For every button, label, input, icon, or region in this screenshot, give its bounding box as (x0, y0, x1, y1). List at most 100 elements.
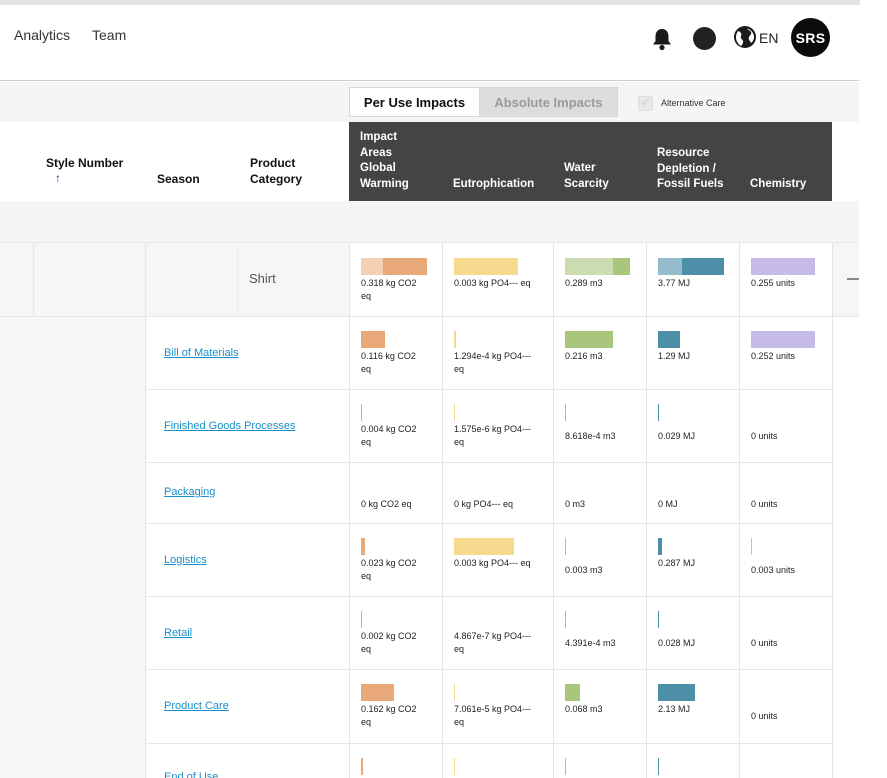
impact-value-ws: 8.618e-4 m3 (565, 431, 616, 441)
stage-link-finished-goods-processes[interactable]: Finished Goods Processes (164, 420, 295, 432)
impact-value-gw: 0.023 kg CO2 (361, 558, 417, 568)
impact-value-eu: 0.003 kg PO4--- eq (454, 278, 531, 288)
per-use-impacts-tab[interactable]: Per Use Impacts (349, 87, 480, 117)
impact-bar-rd (658, 611, 659, 628)
impact-bar-rd (658, 331, 680, 348)
impact-bar-ch (751, 331, 815, 348)
impact-value-rd: 0.287 MJ (658, 558, 696, 568)
sort-ascending-icon[interactable]: ↑ (55, 171, 61, 185)
language-selector[interactable]: EN (759, 30, 778, 46)
category-divider (237, 243, 238, 317)
impact-value-rd: 0.029 MJ (658, 431, 696, 441)
impact-value-rd: 1.29 MJ (658, 351, 691, 361)
impact-bar-ws (565, 538, 566, 555)
impact-value-ws: 0.003 m3 (565, 565, 603, 575)
row-line (145, 523, 832, 524)
stage-link-packaging[interactable]: Packaging (164, 486, 215, 498)
resource-depletion-line3: Fossil Fuels (657, 178, 724, 190)
impact-bar-rd (658, 404, 659, 421)
impact-bar-gw (361, 404, 362, 421)
stage-link-end-of-use[interactable]: End of Use (164, 771, 218, 778)
impact-col-line (553, 243, 554, 778)
impact-value-ch: 0 units (751, 499, 778, 509)
impact-value-ws: 4.391e-4 m3 (565, 638, 616, 648)
impact-value-eu: eq (454, 717, 465, 727)
product-category-header[interactable]: Product Category (250, 155, 302, 187)
row-line (145, 596, 832, 597)
impact-value-rd: 3.77 MJ (658, 278, 691, 288)
impact-bar-gw (361, 758, 363, 775)
chemistry-header[interactable]: Chemistry (750, 177, 806, 193)
impact-bar-ws (613, 258, 630, 275)
impact-value-gw: 0.002 kg CO2 (361, 631, 417, 641)
impact-value-rd: 0.028 MJ (658, 638, 696, 648)
impact-bar-eu (454, 684, 455, 701)
user-avatar[interactable]: SRS (791, 18, 830, 57)
nav-analytics-link[interactable]: Analytics (14, 27, 70, 43)
profile-status-icon[interactable] (693, 27, 716, 50)
product-category-header-line2: Category (250, 172, 303, 186)
impact-value-ws: 0.068 m3 (565, 704, 603, 714)
absolute-impacts-tab[interactable]: Absolute Impacts (480, 87, 618, 117)
impact-value-gw: 0.116 kg CO2 (361, 351, 416, 361)
impact-bar-eu (454, 258, 518, 275)
impact-value-gw: eq (361, 644, 372, 654)
impact-col-line (349, 243, 350, 778)
resource-depletion-line1: Resource (657, 147, 710, 159)
stage-link-bill-of-materials[interactable]: Bill of Materials (164, 347, 239, 359)
impact-bar-gw (361, 258, 383, 275)
detail-left-gutter (0, 317, 145, 778)
impact-bar-gw (361, 538, 365, 555)
impact-col-line (646, 243, 647, 778)
collapse-row-icon[interactable] (847, 278, 859, 280)
alternative-care-checkbox[interactable]: ✓ (638, 96, 653, 111)
impact-bar-ws (565, 404, 566, 421)
impact-bar-eu (454, 331, 456, 348)
impact-value-gw: 0 kg CO2 eq (361, 499, 412, 509)
impact-areas-line1: Impact (360, 131, 398, 143)
resource-depletion-header[interactable]: Resource Depletion / Fossil Fuels (657, 146, 723, 193)
season-header[interactable]: Season (157, 171, 200, 187)
summary-divider (33, 243, 34, 317)
stage-link-retail[interactable]: Retail (164, 627, 192, 639)
impact-bar-rd (682, 258, 724, 275)
bell-icon[interactable] (651, 27, 673, 51)
summary-row-right (832, 243, 859, 317)
impact-areas-label: Impact Areas Global Warming (360, 130, 409, 192)
impact-bar-eu (454, 538, 514, 555)
row-line (145, 669, 832, 670)
globe-icon[interactable] (733, 25, 757, 49)
impact-value-gw: 0.318 kg CO2 (361, 278, 417, 288)
impact-value-eu: 1.575e-6 kg PO4--- (454, 424, 532, 434)
stage-link-product-care[interactable]: Product Care (164, 700, 229, 712)
style-number-header[interactable]: Style Number (46, 155, 123, 171)
impact-value-eu: 0 kg PO4--- eq (454, 499, 514, 509)
impact-value-gw: eq (361, 291, 372, 301)
nav-team-link[interactable]: Team (92, 27, 126, 43)
impact-value-ws: 0.216 m3 (565, 351, 603, 361)
resource-depletion-line2: Depletion / (657, 162, 716, 175)
impact-value-gw: eq (361, 717, 372, 727)
water-scarcity-header[interactable]: Water Scarcity (564, 161, 609, 192)
summary-row-left (0, 243, 349, 317)
impact-value-eu: eq (454, 364, 465, 374)
water-scarcity-line1: Water (564, 162, 596, 174)
impact-areas-line2: Areas (360, 146, 392, 159)
impact-bar-ch (751, 538, 752, 555)
stage-link-logistics[interactable]: Logistics (164, 554, 207, 566)
impact-value-eu: 1.294e-4 kg PO4--- (454, 351, 532, 361)
row-line (145, 389, 832, 390)
impact-value-ws: 0 m3 (565, 499, 586, 509)
impact-value-ch: 0.255 units (751, 278, 796, 288)
impact-col-line (832, 243, 833, 778)
page: Analytics Team EN SRS Per Use Impacts Ab… (0, 0, 887, 778)
eutrophication-header[interactable]: Eutrophication (453, 177, 534, 193)
top-navbar: Analytics Team EN SRS (0, 5, 859, 81)
impact-value-gw: eq (361, 364, 372, 374)
row-line (145, 743, 832, 744)
filter-row (0, 201, 859, 243)
row-line (145, 462, 832, 463)
impact-bar-gw (361, 611, 362, 628)
impact-value-eu: eq (454, 644, 465, 654)
impact-col-line (739, 243, 740, 778)
